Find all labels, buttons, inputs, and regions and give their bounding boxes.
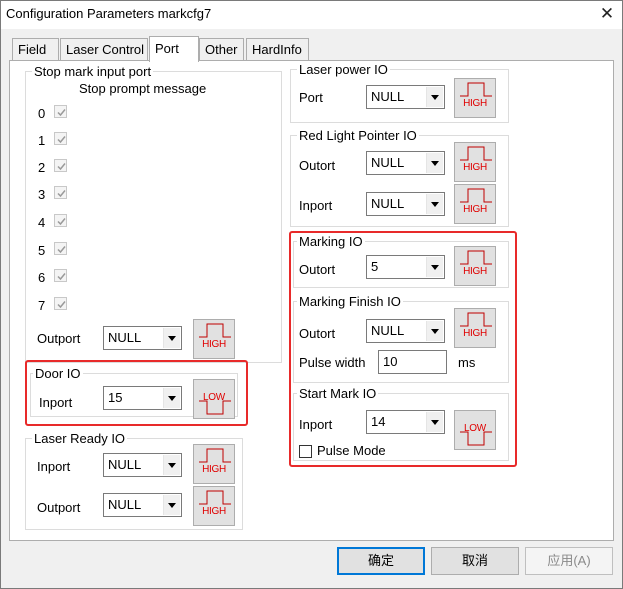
close-icon[interactable]: ✕ xyxy=(597,4,617,24)
port-4-checkbox[interactable] xyxy=(54,214,67,227)
ok-button[interactable]: 确定 xyxy=(337,547,425,575)
chevron-down-icon xyxy=(426,87,443,107)
tab-hardinfo[interactable]: HardInfo xyxy=(246,38,309,61)
chevron-down-icon xyxy=(426,153,443,173)
red-light-inport-label: Inport xyxy=(299,198,333,213)
port-5-checkbox[interactable] xyxy=(54,242,67,255)
laser-ready-outport-select[interactable]: NULL xyxy=(103,493,182,517)
tab-port[interactable]: Port xyxy=(149,36,199,62)
chevron-down-icon xyxy=(163,495,180,515)
red-light-outort-select[interactable]: NULL xyxy=(366,151,445,175)
port-6-label: 6 xyxy=(38,270,46,285)
laser-power-level-button[interactable]: HIGH xyxy=(454,78,496,118)
laser-power-port-label: Port xyxy=(299,90,323,105)
red-light-outort-level-button[interactable]: HIGH xyxy=(454,142,496,182)
port-7-checkbox[interactable] xyxy=(54,297,67,310)
apply-button[interactable]: 应用(A) xyxy=(525,547,613,575)
cancel-button[interactable]: 取消 xyxy=(431,547,519,575)
red-light-outort-label: Outort xyxy=(299,158,336,173)
laser-power-port-select[interactable]: NULL xyxy=(366,85,445,109)
stop-mark-outport-label: Outport xyxy=(37,331,81,346)
port-4-label: 4 xyxy=(38,215,46,230)
port-5-label: 5 xyxy=(38,243,46,258)
tab-laser-control[interactable]: Laser Control xyxy=(60,38,148,61)
port-2-checkbox[interactable] xyxy=(54,159,67,172)
laser-ready-inport-label: Inport xyxy=(37,459,71,474)
high-level-icon: HIGH xyxy=(463,98,487,109)
laser-ready-outport-level-button[interactable]: HIGH xyxy=(193,486,235,526)
laser-ready-inport-level-button[interactable]: HIGH xyxy=(193,444,235,484)
port-1-label: 1 xyxy=(38,133,46,148)
port-6-checkbox[interactable] xyxy=(54,269,67,282)
high-level-icon: HIGH xyxy=(202,506,226,517)
red-light-inport-select[interactable]: NULL xyxy=(366,192,445,216)
laser-ready-inport-select[interactable]: NULL xyxy=(103,453,182,477)
chevron-down-icon xyxy=(426,194,443,214)
high-level-icon: HIGH xyxy=(463,204,487,215)
laser-power-io-title: Laser power IO xyxy=(297,62,390,77)
port-1-checkbox[interactable] xyxy=(54,132,67,145)
high-level-icon: HIGH xyxy=(463,162,487,173)
door-io-highlight xyxy=(25,360,248,426)
tab-field[interactable]: Field xyxy=(12,38,59,61)
tab-other[interactable]: Other xyxy=(199,38,244,61)
high-level-icon: HIGH xyxy=(202,339,226,350)
chevron-down-icon xyxy=(163,455,180,475)
window-title: Configuration Parameters markcfg7 xyxy=(6,6,212,21)
stop-mark-outport-select[interactable]: NULL xyxy=(103,326,182,350)
stop-prompt-message-label: Stop prompt message xyxy=(79,81,207,96)
port-0-label: 0 xyxy=(38,106,46,121)
port-2-label: 2 xyxy=(38,160,46,175)
laser-ready-outport-label: Outport xyxy=(37,500,81,515)
port-7-label: 7 xyxy=(38,298,46,313)
port-3-label: 3 xyxy=(38,187,46,202)
stop-mark-outport-level-button[interactable]: HIGH xyxy=(193,319,235,359)
red-light-pointer-io-title: Red Light Pointer IO xyxy=(297,128,419,143)
stop-mark-title: Stop mark input port xyxy=(32,64,154,79)
high-level-icon: HIGH xyxy=(202,464,226,475)
chevron-down-icon xyxy=(163,328,180,348)
laser-ready-io-title: Laser Ready IO xyxy=(32,431,128,446)
port-3-checkbox[interactable] xyxy=(54,186,67,199)
port-0-checkbox[interactable] xyxy=(54,105,67,118)
marking-io-highlight xyxy=(289,231,517,467)
red-light-inport-level-button[interactable]: HIGH xyxy=(454,184,496,224)
